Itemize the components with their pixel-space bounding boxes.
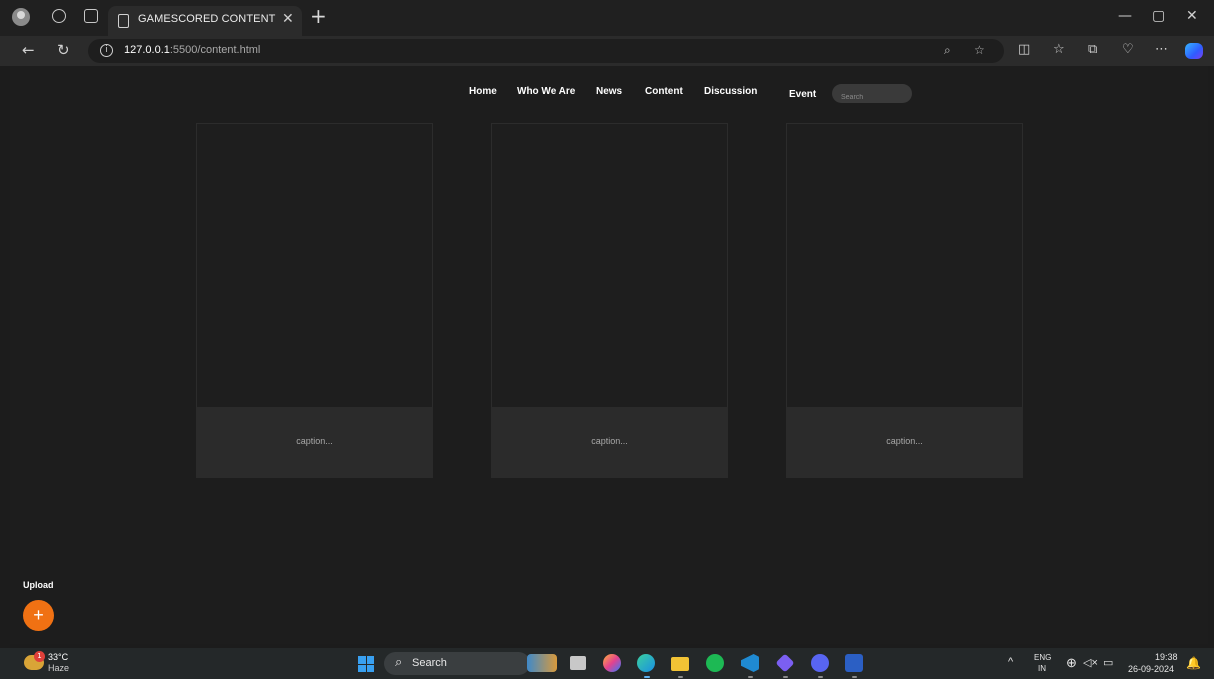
upload-button[interactable]: + [23, 600, 54, 631]
split-screen-icon[interactable]: ◫ [1018, 42, 1030, 57]
card-media [492, 124, 727, 407]
url-text: 127.0.0.1:5500/content.html [124, 44, 261, 56]
vscode-indicator [748, 676, 753, 678]
workspaces-icon[interactable] [52, 9, 66, 23]
region-indicator[interactable]: IN [1038, 664, 1046, 673]
card-caption-area: caption... [491, 407, 728, 478]
weather-badge: 1 [34, 651, 45, 662]
card-media [787, 124, 1022, 407]
card-caption-area: caption... [196, 407, 433, 478]
taskbar-search-label: Search [412, 657, 447, 669]
clock-date[interactable]: 26-09-2024 [1128, 664, 1174, 674]
nav-event[interactable]: Event [789, 89, 816, 100]
collections-icon[interactable]: ⧉ [1088, 42, 1097, 57]
widgets-icon[interactable] [527, 654, 557, 672]
card-caption: caption... [886, 436, 923, 446]
card-caption: caption... [591, 436, 628, 446]
zoom-icon[interactable]: ⌕ [944, 43, 951, 58]
show-hidden-icons-chevron-icon[interactable]: ^ [1008, 656, 1013, 668]
volume-muted-icon[interactable]: ◁× [1083, 656, 1098, 669]
taskbar-search[interactable]: ⌕ Search [384, 652, 530, 675]
favorites-icon[interactable]: ☆ [1053, 42, 1065, 57]
copilot-icon[interactable] [1185, 43, 1203, 59]
nav-who-we-are[interactable]: Who We Are [517, 86, 575, 97]
discord-indicator [818, 676, 823, 678]
start-button[interactable] [358, 656, 374, 672]
notification-bell-icon[interactable]: 🔔 [1186, 656, 1201, 670]
taskbar: 1 33°C Haze ⌕ Search ^ ENG IN ⊕ ◁× ▭ 19:… [0, 648, 1214, 679]
card-media [197, 124, 432, 407]
address-bar[interactable]: i 127.0.0.1:5500/content.html ⌕ ☆ [88, 39, 1004, 63]
restore-button[interactable]: ▢ [1152, 8, 1165, 24]
close-window-button[interactable]: ✕ [1186, 8, 1198, 24]
browser-essentials-icon[interactable]: ♡ [1122, 42, 1134, 57]
site-info-icon[interactable]: i [100, 44, 113, 57]
browser-tab-bar: GAMESCORED CONTENT ✕ + — ▢ ✕ [0, 0, 1214, 36]
task-view-icon[interactable] [570, 656, 586, 670]
card-caption-area: caption... [786, 407, 1023, 478]
more-options-icon[interactable]: ⋯ [1155, 42, 1168, 57]
edge-browser-icon[interactable] [637, 654, 655, 672]
browser-toolbar: ← ↻ i 127.0.0.1:5500/content.html ⌕ ☆ ◫ … [0, 36, 1214, 66]
dev-app-icon[interactable] [775, 653, 795, 673]
weather-temperature[interactable]: 33°C [48, 652, 68, 662]
search-field [832, 84, 912, 107]
battery-icon[interactable]: ▭ [1103, 656, 1113, 669]
edge-active-indicator [644, 676, 650, 678]
tab-actions-icon[interactable] [84, 9, 98, 23]
nav-news[interactable]: News [596, 86, 622, 97]
word-icon[interactable] [845, 654, 863, 672]
explorer-indicator [678, 676, 683, 678]
close-tab-icon[interactable]: ✕ [282, 11, 294, 27]
dev-app-indicator [783, 676, 788, 678]
content-card[interactable]: caption... [786, 123, 1023, 478]
card-caption: caption... [296, 436, 333, 446]
page-content: Home Who We Are News Content Discussion … [10, 66, 1208, 644]
vscode-icon[interactable] [741, 654, 759, 672]
browser-tab[interactable]: GAMESCORED CONTENT ✕ [108, 6, 302, 36]
language-indicator[interactable]: ENG [1034, 653, 1051, 662]
search-icon: ⌕ [395, 655, 403, 670]
search-input[interactable] [832, 88, 912, 107]
page-icon [118, 14, 129, 28]
clock-time[interactable]: 19:38 [1155, 652, 1178, 662]
word-indicator [852, 676, 857, 678]
file-explorer-icon[interactable] [671, 657, 689, 671]
spotify-icon[interactable] [706, 654, 724, 672]
refresh-icon[interactable]: ↻ [57, 41, 70, 59]
nav-content[interactable]: Content [645, 86, 683, 97]
network-globe-icon[interactable]: ⊕ [1066, 655, 1077, 671]
upload-label: Upload [23, 580, 54, 590]
copilot-app-icon[interactable] [603, 654, 621, 672]
nav-discussion[interactable]: Discussion [704, 86, 757, 97]
back-arrow-icon[interactable]: ← [22, 41, 35, 59]
tab-title: GAMESCORED CONTENT [138, 13, 276, 25]
discord-icon[interactable] [811, 654, 829, 672]
profile-avatar[interactable] [12, 8, 30, 26]
new-tab-button[interactable]: + [310, 6, 327, 26]
nav-home[interactable]: Home [469, 86, 497, 97]
content-card[interactable]: caption... [491, 123, 728, 478]
weather-condition[interactable]: Haze [48, 663, 69, 673]
minimize-button[interactable]: — [1118, 8, 1132, 24]
content-card[interactable]: caption... [196, 123, 433, 478]
favorite-star-icon[interactable]: ☆ [974, 43, 985, 57]
